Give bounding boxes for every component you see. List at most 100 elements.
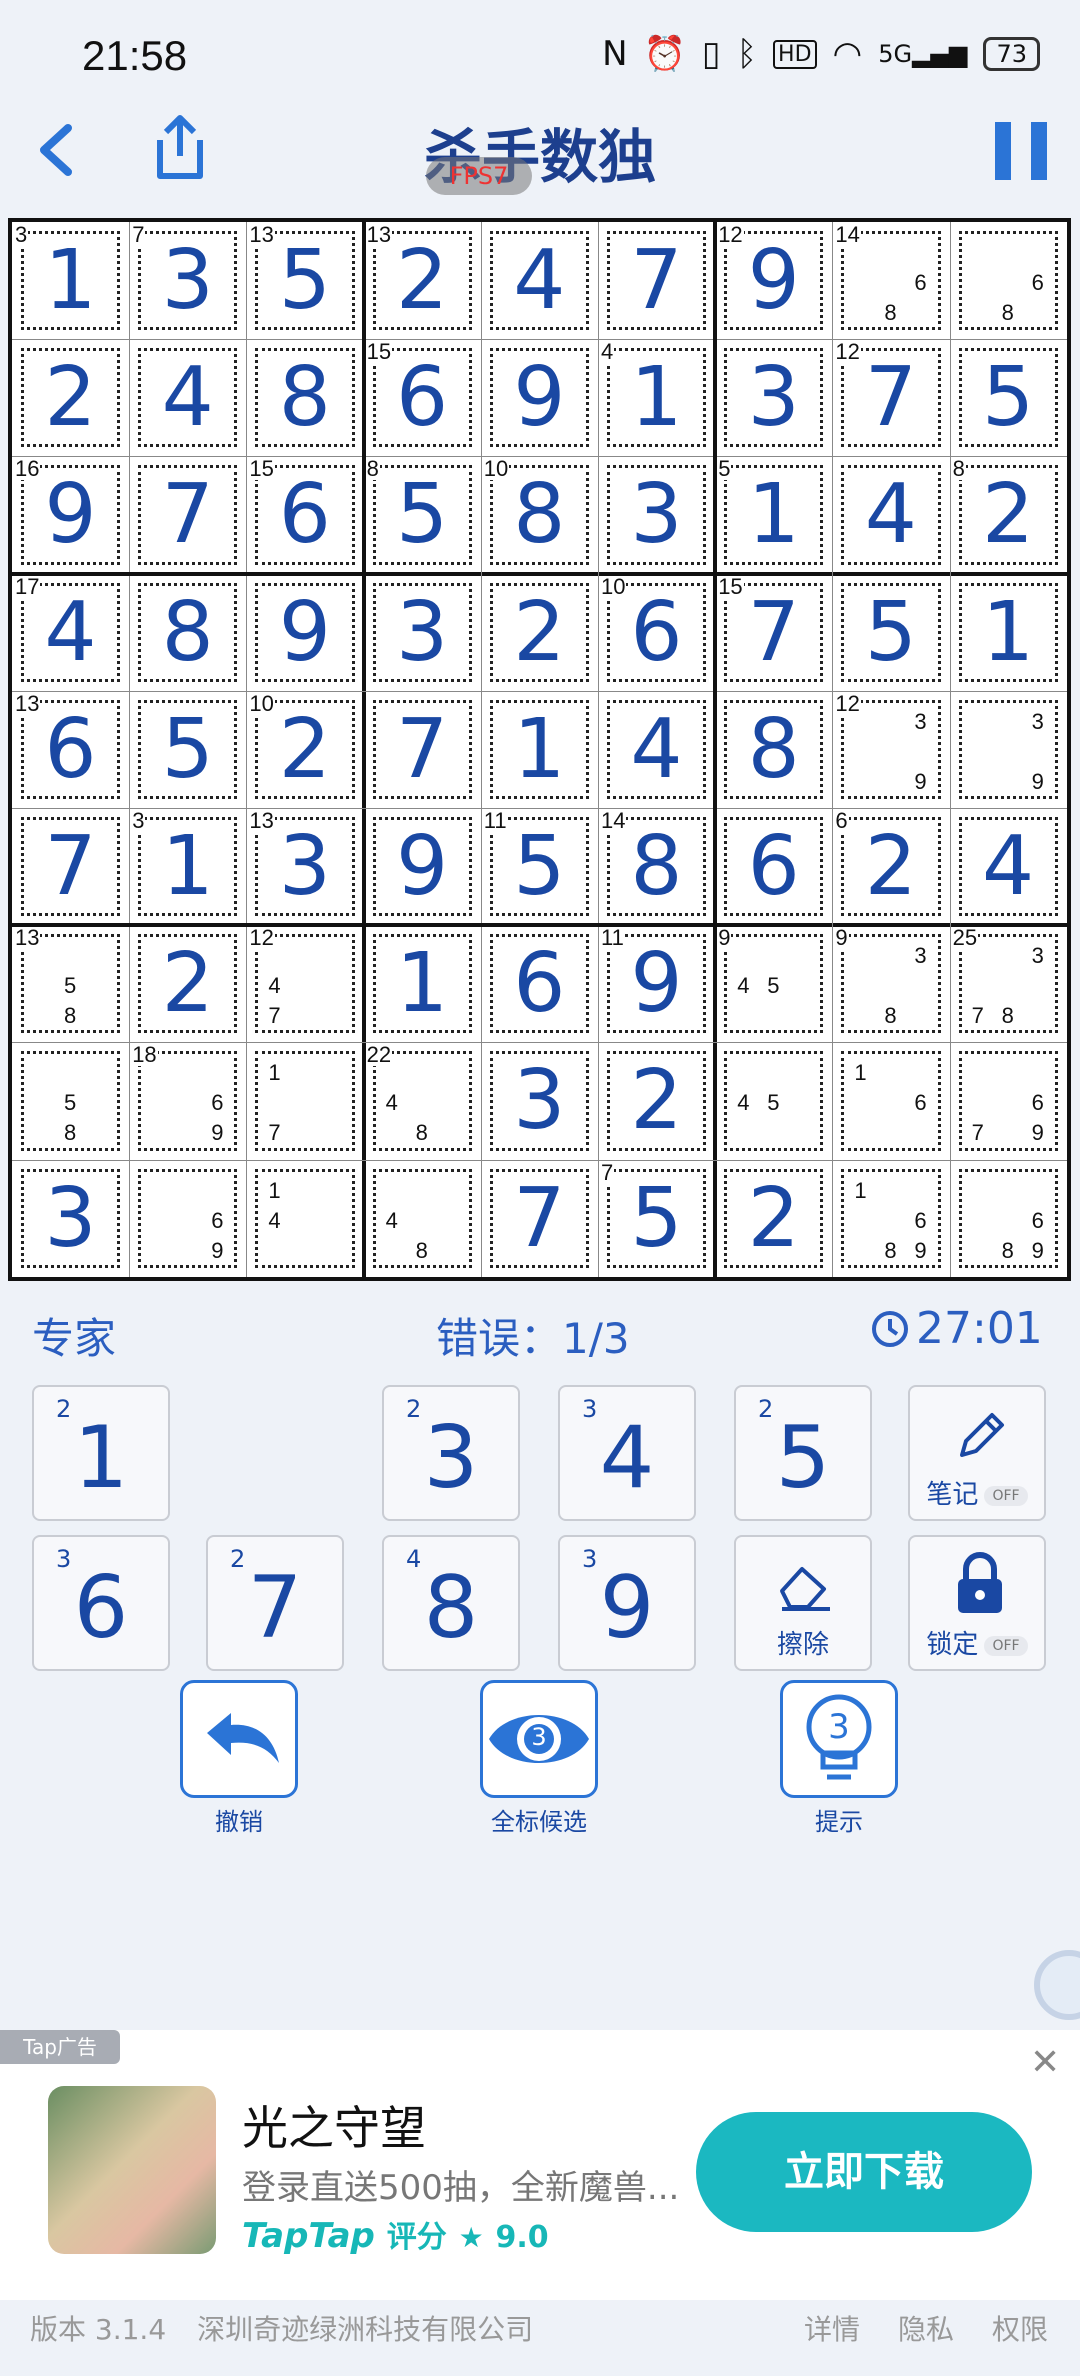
cell-digit: 7 xyxy=(44,819,97,914)
notes-button[interactable]: 笔记 OFF xyxy=(908,1385,1046,1521)
cage-sum: 13 xyxy=(248,808,275,833)
cell-digit: 5 xyxy=(982,350,1035,446)
pencil-note: 7 xyxy=(971,1120,984,1146)
number-key-7[interactable]: 27 xyxy=(206,1535,344,1671)
footer-link-permissions[interactable]: 权限 xyxy=(992,2308,1048,2348)
pencil-note: 3 xyxy=(1031,943,1044,969)
star-icon: ★ xyxy=(458,2221,484,2254)
download-button[interactable]: 立即下载 xyxy=(696,2112,1032,2232)
cell-digit: 9 xyxy=(278,584,331,680)
erase-button[interactable]: 擦除 xyxy=(734,1535,872,1671)
footer-link-privacy[interactable]: 隐私 xyxy=(898,2308,954,2348)
lock-label-wrap: 锁定 OFF xyxy=(910,1624,1044,1661)
cage-sum: 13 xyxy=(365,222,393,247)
number-key-8[interactable]: 48 xyxy=(382,1535,520,1671)
key-digit: 9 xyxy=(599,1558,655,1658)
cage-sum: 10 xyxy=(482,456,510,482)
pencil-note: 3 xyxy=(914,708,927,734)
pencil-note: 1 xyxy=(854,1177,867,1203)
pencil-note: 4 xyxy=(737,973,750,999)
nfc-icon: N xyxy=(602,34,628,74)
lock-button[interactable]: 锁定 OFF xyxy=(908,1535,1046,1671)
cell-digit: 3 xyxy=(513,1053,566,1149)
ad-brand-rating: TapTap 评分 ★ 9.0 xyxy=(242,2212,549,2256)
timer-value: 27:01 xyxy=(916,1303,1043,1354)
cage-sum: 8 xyxy=(365,456,380,482)
pencil-note: 8 xyxy=(1001,1003,1014,1029)
key-digit: 4 xyxy=(599,1408,655,1508)
eraser-icon xyxy=(780,1567,830,1611)
pencil-note: 6 xyxy=(211,1090,224,1116)
pencil-note: 9 xyxy=(914,1237,927,1263)
cell-digit: 5 xyxy=(161,701,214,797)
pencil-note: 9 xyxy=(1031,768,1044,794)
cage-sum: 17 xyxy=(14,573,41,599)
pause-button[interactable] xyxy=(995,122,1047,180)
cell-digit: 3 xyxy=(747,350,800,446)
floating-assistant-bubble[interactable] xyxy=(1034,1950,1080,2020)
pencil-note: 1 xyxy=(268,1060,281,1086)
pencil-note: 5 xyxy=(767,973,780,999)
cell-digit: 2 xyxy=(513,584,566,680)
pencil-note: 3 xyxy=(1031,708,1044,734)
close-icon[interactable]: ✕ xyxy=(1030,2042,1060,2083)
number-key-3[interactable]: 23 xyxy=(382,1385,520,1521)
undo-button[interactable] xyxy=(180,1680,298,1798)
cell-digit: 1 xyxy=(630,350,683,446)
cell-digit: 3 xyxy=(396,584,449,680)
cage-sum: 11 xyxy=(600,925,625,951)
hint-button[interactable]: 3 xyxy=(780,1680,898,1798)
cage-sum: 15 xyxy=(248,456,275,482)
pencil-note: 8 xyxy=(415,1120,428,1146)
number-key-1[interactable]: 21 xyxy=(32,1385,170,1521)
cell-digit: 2 xyxy=(44,350,97,446)
cell-digit: 9 xyxy=(396,819,449,914)
ad-app-icon[interactable] xyxy=(48,2086,216,2254)
lock-icon xyxy=(958,1552,1002,1613)
cage-sum: 12 xyxy=(248,925,275,951)
pencil-note: 4 xyxy=(268,973,281,999)
vibrate-icon: ▯ xyxy=(701,34,721,74)
cell-digit: 2 xyxy=(161,936,214,1032)
rating-label: 评分 xyxy=(386,2220,447,2255)
cage-sum: 13 xyxy=(14,925,41,951)
cage-sum: 10 xyxy=(248,690,275,716)
ad-title: 光之守望 xyxy=(242,2101,426,2155)
cell-digit: 1 xyxy=(396,936,449,1032)
cage-sum: 5 xyxy=(717,456,732,482)
erase-label: 擦除 xyxy=(776,1630,829,1660)
undo-label: 撤销 xyxy=(215,1808,263,1836)
show-candidates-label: 全标候选 xyxy=(491,1808,587,1836)
cell-digit: 4 xyxy=(161,350,214,446)
pencil-note: 1 xyxy=(268,1177,281,1203)
number-key-6[interactable]: 36 xyxy=(32,1535,170,1671)
show-candidates-button[interactable]: 3 xyxy=(480,1680,598,1798)
cell-digit: 7 xyxy=(161,467,214,563)
pencil-note: 6 xyxy=(1031,1207,1044,1233)
number-key-9[interactable]: 39 xyxy=(558,1535,696,1671)
pencil-note: 4 xyxy=(385,1090,398,1116)
footer-link-details[interactable]: 详情 xyxy=(804,2308,860,2348)
error-counter: 错误：1/3 xyxy=(436,1314,630,1363)
cell-digit: 7 xyxy=(630,233,683,328)
hd-icon: HD xyxy=(773,39,817,69)
pencil-note: 4 xyxy=(268,1207,281,1233)
cage-sum: 12 xyxy=(834,339,861,365)
cage-sum: 11 xyxy=(482,808,508,833)
cage-sum: 9 xyxy=(717,925,732,951)
network-type: 5G xyxy=(878,40,913,68)
pencil-note: 8 xyxy=(1001,1237,1014,1263)
cell-digit: 2 xyxy=(747,1170,800,1266)
cell-digit: 2 xyxy=(864,819,917,914)
notes-label: 笔记 xyxy=(926,1480,979,1510)
pencil-note: 6 xyxy=(914,1090,927,1116)
difficulty-label: 专家 xyxy=(32,1314,117,1363)
cage-sum: 15 xyxy=(717,573,744,599)
cell-digit: 1 xyxy=(513,701,566,797)
number-key-4[interactable]: 34 xyxy=(558,1385,696,1521)
cage-sum: 16 xyxy=(14,456,41,482)
signal-icon: 5G▂▄▆ xyxy=(878,40,968,68)
cell-digit: 6 xyxy=(513,936,566,1032)
number-key-5[interactable]: 25 xyxy=(734,1385,872,1521)
clock-icon xyxy=(872,1310,908,1347)
